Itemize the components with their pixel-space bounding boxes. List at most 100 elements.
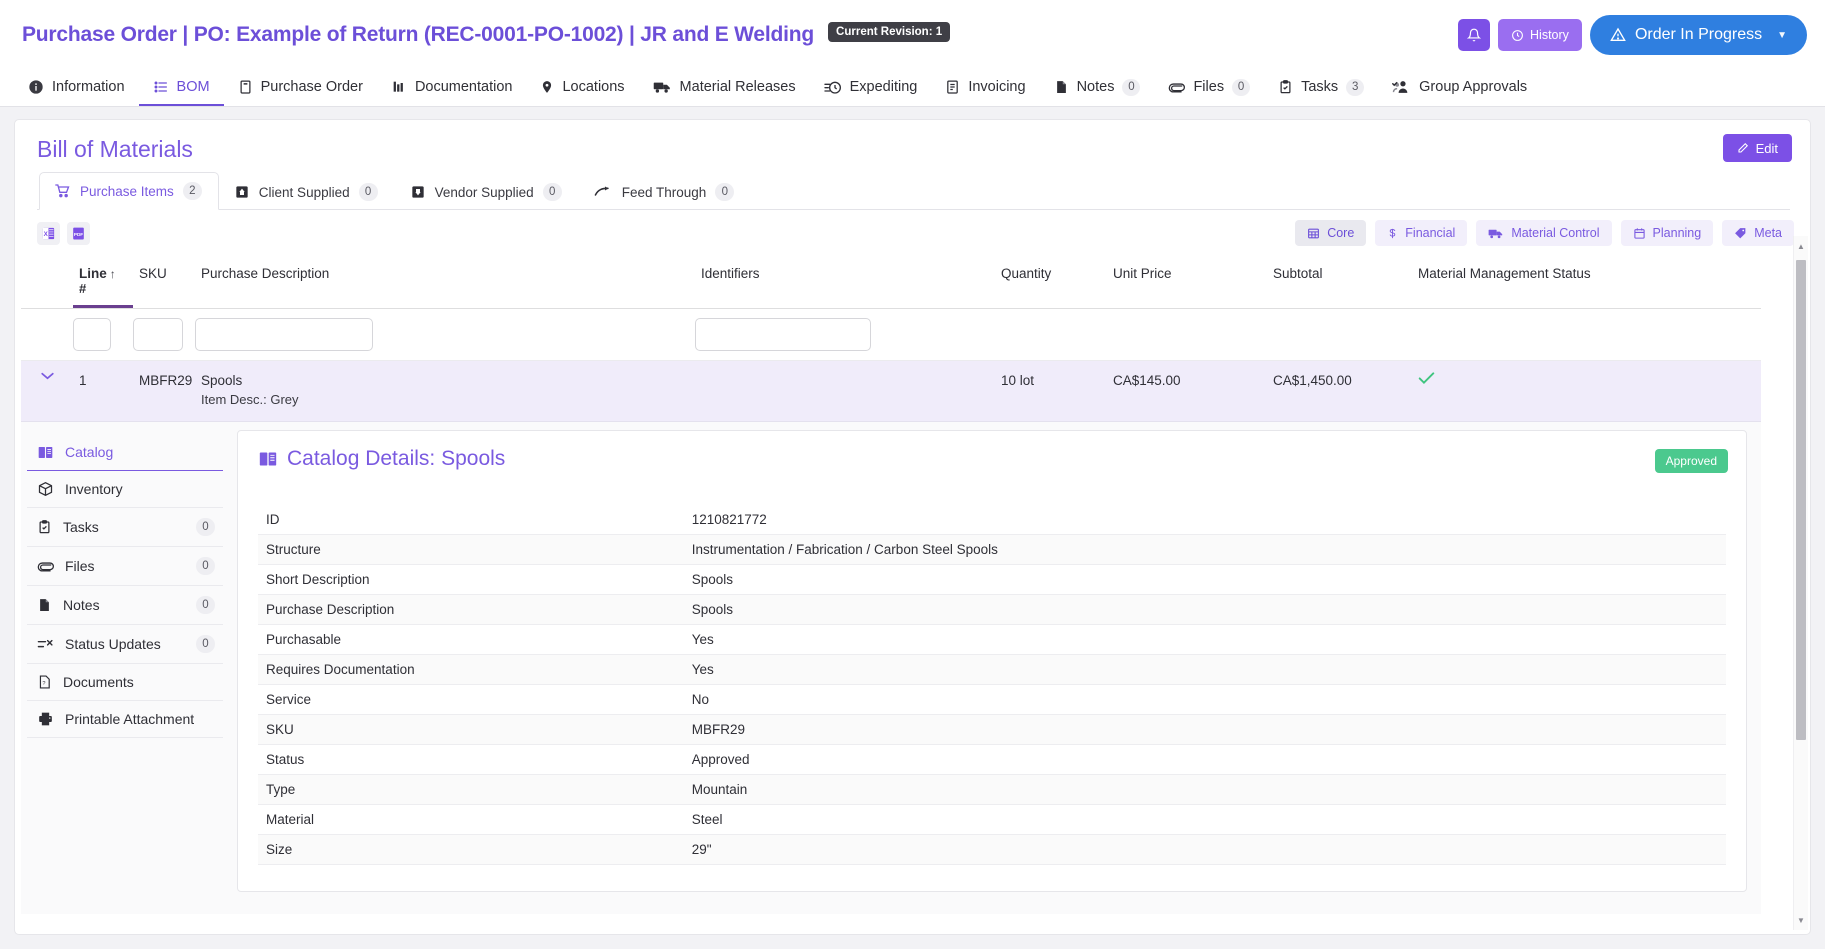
bell-icon xyxy=(1467,28,1482,42)
detail-nav-label: Inventory xyxy=(65,481,123,498)
sub-tab-count: 2 xyxy=(182,182,202,200)
grid-header-line[interactable]: Line ↑ # xyxy=(73,258,133,308)
printer-icon xyxy=(39,713,52,726)
catalog-field-row: Structure Instrumentation / Fabrication … xyxy=(258,534,1726,566)
grid-header-label: Line xyxy=(79,266,107,281)
stopwatch-icon xyxy=(823,81,841,94)
detail-nav-label: Status Updates xyxy=(65,636,161,653)
grid-header-unit-price[interactable]: Unit Price xyxy=(1107,258,1267,293)
view-chip-label: Material Control xyxy=(1511,226,1600,240)
grid-toolbar: X PDF Core Financial Material Control Pl… xyxy=(15,210,1810,252)
detail-nav-documents[interactable]: ? Documents xyxy=(27,664,223,702)
catalog-field-row: SKU MBFR29 xyxy=(258,714,1726,746)
row-subtotal: CA$1,450.00 xyxy=(1273,373,1352,388)
sub-tab-client-supplied[interactable]: Client Supplied 0 xyxy=(219,173,395,210)
nav-tab-material-releases[interactable]: Material Releases xyxy=(639,70,810,106)
catalog-field-row: Type Mountain xyxy=(258,774,1726,806)
view-chip-meta[interactable]: Meta xyxy=(1722,220,1794,246)
nav-tab-tasks[interactable]: Tasks 3 xyxy=(1264,70,1378,106)
catalog-field-row: Status Approved xyxy=(258,744,1726,776)
nav-tab-locations[interactable]: Locations xyxy=(526,70,638,106)
filter-input-sku[interactable] xyxy=(133,318,183,351)
view-chip-financial[interactable]: Financial xyxy=(1375,220,1468,246)
table-row[interactable]: 1 MBFR29 Spools Item Desc.: Grey 10 lot … xyxy=(21,361,1761,423)
view-chip-material-control[interactable]: Material Control xyxy=(1476,220,1612,246)
sub-tab-feed-through[interactable]: Feed Through 0 xyxy=(579,173,752,210)
field-value: Steel xyxy=(683,804,1726,836)
nav-tab-label: Expediting xyxy=(849,79,918,95)
main-nav-tabs: Information BOM Purchase Order Documenta… xyxy=(0,70,1825,107)
sub-tab-purchase-items[interactable]: Purchase Items 2 xyxy=(39,172,219,210)
history-button[interactable]: History xyxy=(1498,19,1582,51)
grid-header-purchase-description[interactable]: Purchase Description xyxy=(195,258,695,293)
detail-nav-catalog[interactable]: Catalog xyxy=(27,434,223,472)
grid-header-subtotal[interactable]: Subtotal xyxy=(1267,258,1412,293)
svg-text:PDF: PDF xyxy=(74,231,83,236)
nav-tab-group-approvals[interactable]: Group Approvals xyxy=(1378,70,1541,106)
view-chip-core[interactable]: Core xyxy=(1295,220,1367,246)
sub-tab-vendor-supplied[interactable]: Vendor Supplied 0 xyxy=(395,173,579,210)
detail-nav-inventory[interactable]: Inventory xyxy=(27,471,223,509)
excel-file-icon: X xyxy=(42,227,55,239)
edit-button[interactable]: Edit xyxy=(1722,134,1792,162)
nav-tab-expediting[interactable]: Expediting xyxy=(810,70,932,106)
catalog-field-row: Purchase Description Spools xyxy=(258,594,1726,626)
scrollbar-thumb[interactable] xyxy=(1796,260,1806,740)
filter-cell-sku xyxy=(133,318,195,351)
nav-tab-purchase-order[interactable]: Purchase Order xyxy=(224,70,377,106)
detail-nav-label: Documents xyxy=(63,674,134,691)
detail-nav-printable-attachment[interactable]: Printable Attachment xyxy=(27,701,223,739)
grid-header-material-management-status[interactable]: Material Management Status xyxy=(1412,258,1672,293)
view-chip-label: Financial xyxy=(1405,226,1456,240)
sub-tab-count: 0 xyxy=(715,183,735,201)
field-value: Mountain xyxy=(683,774,1726,806)
order-status-button[interactable]: Order In Progress ▼ xyxy=(1589,15,1807,55)
detail-nav-files[interactable]: Files 0 xyxy=(27,547,223,587)
map-pin-icon xyxy=(543,81,552,93)
detail-nav-label: Tasks xyxy=(63,519,99,536)
grid-header-identifiers[interactable]: Identifiers xyxy=(695,258,995,293)
nav-tab-invoicing[interactable]: Invoicing xyxy=(931,70,1039,106)
nav-tab-label: BOM xyxy=(176,79,210,95)
grid-vertical-scrollbar[interactable]: ▲ ▼ xyxy=(1793,236,1808,930)
row-description-main: Spools xyxy=(201,373,243,388)
list-icon xyxy=(154,81,167,93)
catalog-field-row: Purchasable Yes xyxy=(258,624,1726,656)
truck-icon xyxy=(653,82,670,93)
bom-sub-tabs: Purchase Items 2 Client Supplied 0 Vendo… xyxy=(37,171,1790,210)
filter-input-identifiers[interactable] xyxy=(695,318,871,351)
nav-tab-information[interactable]: Information xyxy=(14,70,139,106)
grid-header-sku[interactable]: SKU xyxy=(133,258,195,293)
notifications-bell-button[interactable] xyxy=(1458,19,1491,51)
row-expand-toggle[interactable] xyxy=(21,371,73,381)
chart-bars-icon xyxy=(393,81,403,92)
nav-tab-files[interactable]: Files 0 xyxy=(1154,70,1264,106)
export-pdf-button[interactable]: PDF xyxy=(67,221,90,245)
field-value: Instrumentation / Fabrication / Carbon S… xyxy=(683,534,1726,566)
field-key: Status xyxy=(258,744,684,776)
detail-nav-status-updates[interactable]: Status Updates 0 xyxy=(27,625,223,665)
grid-header-quantity[interactable]: Quantity xyxy=(995,258,1107,293)
alert-triangle-icon xyxy=(1610,27,1626,41)
field-key: Purchase Description xyxy=(258,594,684,626)
detail-nav-count: 0 xyxy=(196,596,215,615)
detail-nav-tasks[interactable]: Tasks 0 xyxy=(27,508,223,548)
users-check-icon xyxy=(1392,81,1408,93)
detail-nav-label: Notes xyxy=(63,597,100,614)
pencil-icon xyxy=(1738,142,1748,153)
nav-tab-documentation[interactable]: Documentation xyxy=(377,70,527,106)
view-chip-planning[interactable]: Planning xyxy=(1620,220,1714,246)
status-updates-icon xyxy=(37,639,53,648)
filter-input-description[interactable] xyxy=(195,318,373,351)
nav-tab-bom[interactable]: BOM xyxy=(138,70,224,106)
detail-nav-notes[interactable]: Notes 0 xyxy=(27,586,223,626)
export-excel-button[interactable]: X xyxy=(37,221,60,245)
scroll-up-arrow-icon[interactable]: ▲ xyxy=(1794,238,1808,254)
scroll-down-arrow-icon[interactable]: ▼ xyxy=(1794,912,1808,928)
nav-tab-label: Files xyxy=(1193,79,1225,95)
catalog-field-row: Requires Documentation Yes xyxy=(258,654,1726,686)
nav-tab-notes[interactable]: Notes 0 xyxy=(1040,70,1155,106)
filter-input-line[interactable] xyxy=(73,318,111,351)
sort-asc-icon: ↑ xyxy=(109,267,116,281)
status-badge: Approved xyxy=(1654,449,1728,474)
